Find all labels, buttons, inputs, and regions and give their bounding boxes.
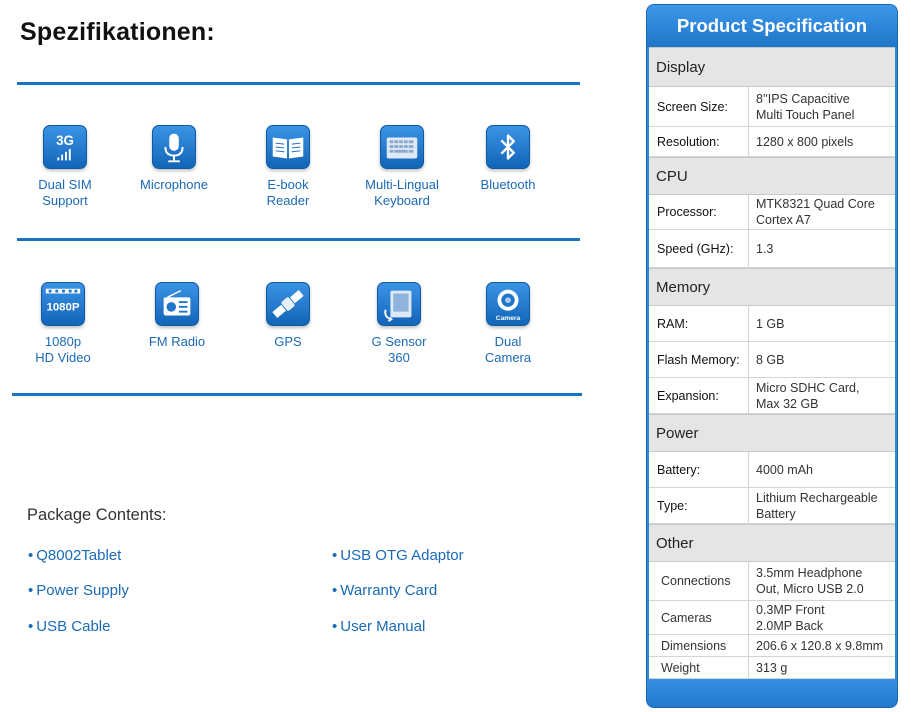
spec-section-display: Display [649,47,895,87]
spec-key: Screen Size: [649,87,749,126]
spec-value: 1280 x 800 pixels [756,134,854,149]
package-item: USB OTG Adaptor [332,547,463,564]
feature-1080p-video: 1080P 1080p HD Video [11,282,115,366]
spec-value: Micro SDHC Card, Max 32 GB [756,380,860,411]
divider-top [17,82,580,85]
feature-label: Dual SIM Support [38,177,92,208]
spec-key: RAM: [649,306,749,341]
spec-value: 8''IPS Capacitive Multi Touch Panel [756,91,855,122]
package-item: USB Cable [28,618,110,635]
spec-row: Processor: MTK8321 Quad Core Cortex A7 [649,195,895,230]
spec-row: Flash Memory: 8 GB [649,342,895,378]
feature-fm-radio: FM Radio [125,282,229,350]
spec-row: Dimensions 206.6 x 120.8 x 9.8mm [649,635,895,657]
bluetooth-icon [486,125,530,169]
feature-bluetooth: Bluetooth [456,125,560,193]
package-item: Warranty Card [332,582,437,599]
spec-section-memory: Memory [649,268,895,306]
radio-icon [155,282,199,326]
spec-value: MTK8321 Quad Core Cortex A7 [756,197,875,227]
spec-section-cpu: CPU [649,157,895,195]
spec-key: Connections [649,562,749,600]
spec-row: Type: Lithium Rechargeable Battery [649,488,895,524]
spec-table: Display Screen Size: 8''IPS Capacitive M… [649,47,895,679]
product-specification-panel: Product Specification Display Screen Siz… [646,4,898,708]
spec-key: Processor: [649,195,749,229]
spec-key: Speed (GHz): [649,230,749,267]
spec-key: Weight [649,657,749,678]
spec-key: Battery: [649,452,749,487]
feature-label: 1080p HD Video [35,334,91,365]
spec-row: RAM: 1 GB [649,306,895,342]
3g-badge-text: 3G [56,133,74,148]
feature-multilingual-keyboard: Multi-Lingual Keyboard [350,125,454,209]
microphone-icon [152,125,196,169]
package-contents-title: Package Contents: [27,506,167,524]
book-icon [266,125,310,169]
spec-key: Type: [649,488,749,523]
page-title: Spezifikationen: [20,18,215,46]
spec-value: 1 GB [756,316,785,331]
spec-value: 206.6 x 120.8 x 9.8mm [756,638,884,653]
feature-microphone: Microphone [122,125,226,193]
package-item: Q8002Tablet [28,547,121,564]
feature-dual-camera: Camera Dual Camera [456,282,560,366]
spec-row: Expansion: Micro SDHC Card, Max 32 GB [649,378,895,414]
spec-row: Weight 313 g [649,657,895,679]
divider-bottom [12,393,582,396]
spec-key: Dimensions [649,635,749,656]
spec-value: 313 g [756,660,788,675]
spec-panel-title: Product Specification [647,5,897,47]
spec-row: Speed (GHz): 1.3 [649,230,895,268]
g-sensor-icon [377,282,421,326]
feature-gps: GPS [236,282,340,350]
camera-icon: Camera [486,282,530,326]
spec-key: Expansion: [649,378,749,413]
feature-label: Dual Camera [484,334,532,365]
gps-satellite-icon [266,282,310,326]
feature-label: Multi-Lingual Keyboard [365,177,439,208]
feature-g-sensor: G Sensor 360 [347,282,451,366]
spec-row: Resolution: 1280 x 800 pixels [649,127,895,157]
spec-section-power: Power [649,414,895,452]
keyboard-icon [380,125,424,169]
spec-section-other: Other [649,524,895,562]
divider-middle [17,238,580,241]
spec-value: 0.3MP Front 2.0MP Back [756,602,825,633]
camera-badge-text: Camera [496,315,521,322]
spec-value: 1.3 [756,241,774,256]
spec-value: 3.5mm Headphone Out, Micro USB 2.0 [756,566,864,596]
3g-signal-icon: 3G [43,125,87,169]
spec-row: Battery: 4000 mAh [649,452,895,488]
feature-label: E-book Reader [266,177,310,208]
feature-label: Microphone [140,177,208,192]
spec-value: 8 GB [756,352,785,367]
feature-label: FM Radio [148,334,206,349]
feature-ebook-reader: E-book Reader [236,125,340,209]
spec-key: Flash Memory: [649,342,749,377]
feature-label: GPS [274,334,302,349]
hd-badge-text: 1080P [46,302,79,314]
spec-row: Screen Size: 8''IPS Capacitive Multi Tou… [649,87,895,127]
feature-label: G Sensor 360 [371,334,427,365]
feature-dual-sim: 3G Dual SIM Support [13,125,117,209]
spec-row: Connections 3.5mm Headphone Out, Micro U… [649,562,895,601]
spec-panel-footer [647,679,897,707]
spec-value: Lithium Rechargeable Battery [756,490,878,521]
spec-value: 4000 mAh [756,462,813,477]
package-item: Power Supply [28,582,129,599]
spec-key: Cameras [649,601,749,634]
spec-row: Cameras 0.3MP Front 2.0MP Back [649,601,895,635]
feature-label: Bluetooth [480,177,536,192]
spec-key: Resolution: [649,127,749,156]
hd-video-icon: 1080P [41,282,85,326]
package-item: User Manual [332,618,425,635]
